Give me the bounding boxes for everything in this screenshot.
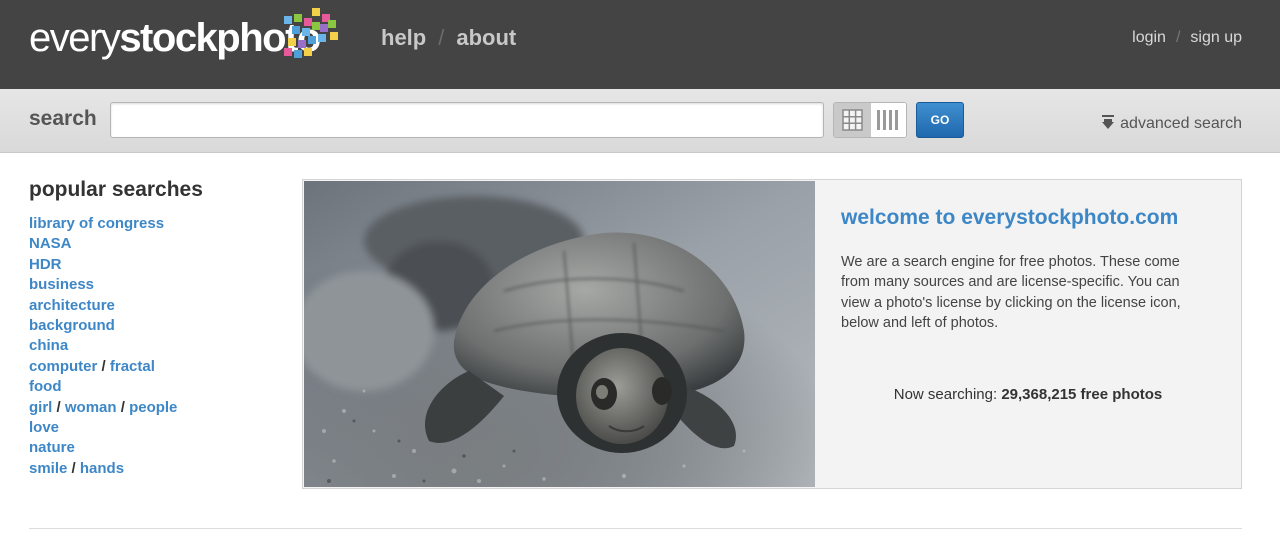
go-button[interactable]: GO <box>916 102 964 138</box>
user-nav-separator: / <box>1175 29 1181 46</box>
popular-search-row: food <box>29 377 279 397</box>
welcome-panel: welcome to everystockphoto.com We are a … <box>302 179 1242 489</box>
popular-search-link[interactable]: china <box>29 337 68 354</box>
popular-search-link[interactable]: NASA <box>29 235 72 252</box>
nav-about-link[interactable]: about <box>456 25 516 50</box>
search-input[interactable] <box>110 102 824 138</box>
popular-search-link[interactable]: hands <box>80 460 124 477</box>
popular-search-link[interactable]: HDR <box>29 256 62 273</box>
popular-search-row: HDR <box>29 255 279 275</box>
view-mode-toggle <box>833 102 907 138</box>
sign-up-link[interactable]: sign up <box>1190 29 1242 46</box>
logo-square <box>294 50 302 58</box>
popular-search-link[interactable]: girl <box>29 399 52 416</box>
logo-square <box>302 28 310 36</box>
popular-search-row: smile / hands <box>29 459 279 479</box>
popular-searches: popular searches library of congress NASA… <box>29 178 279 479</box>
popular-search-link[interactable]: business <box>29 276 94 293</box>
nav-separator: / <box>438 25 445 50</box>
popular-search-row: love <box>29 418 279 438</box>
popular-search-row: computer / fractal <box>29 357 279 377</box>
logo-square <box>292 26 300 34</box>
logo-square <box>288 38 296 46</box>
popular-search-row: background <box>29 316 279 336</box>
popular-search-link[interactable]: architecture <box>29 297 115 314</box>
welcome-description: We are a search engine for free photos. … <box>841 254 1181 332</box>
popular-search-separator: / <box>71 459 76 477</box>
turtle-photo-image <box>304 181 815 487</box>
logo-square <box>294 14 302 22</box>
popular-search-link[interactable]: woman <box>65 399 117 416</box>
popular-search-row: china <box>29 336 279 356</box>
logo-square <box>312 8 320 16</box>
photo-count-value: 29,368,215 free photos <box>1001 386 1163 403</box>
columns-icon <box>877 110 898 130</box>
grid-icon <box>842 109 863 131</box>
search-bar: search GO advanced search <box>0 89 1280 153</box>
logo-square <box>328 20 336 28</box>
user-nav: login / sign up <box>1132 29 1242 47</box>
logo-square <box>320 24 328 32</box>
nav-help-link[interactable]: help <box>381 25 426 50</box>
download-arrow-icon <box>1102 115 1115 134</box>
login-link[interactable]: login <box>1132 29 1166 46</box>
columns-view-button[interactable] <box>871 103 906 137</box>
popular-search-link[interactable]: background <box>29 317 115 334</box>
popular-searches-list: library of congress NASA HDR business archit… <box>29 214 279 479</box>
logo-square <box>304 18 312 26</box>
popular-search-row: business <box>29 275 279 295</box>
popular-search-link[interactable]: library of congress <box>29 215 164 232</box>
grid-view-button[interactable] <box>834 103 871 137</box>
popular-search-separator: / <box>120 398 125 416</box>
search-label: search <box>29 107 97 130</box>
logo-wordmark: everystockphoto <box>29 16 321 60</box>
popular-search-link[interactable]: food <box>29 378 61 395</box>
top-header: everystockphoto help / about login / sign up <box>0 0 1280 89</box>
popular-search-separator: / <box>56 398 61 416</box>
logo-square <box>284 48 292 56</box>
now-searching-label: Now searching: <box>893 386 998 403</box>
popular-search-row: girl / woman / people <box>29 398 279 418</box>
photo-count-status: Now searching: 29,368,215 free photos <box>815 386 1241 403</box>
featured-photo-turtle[interactable] <box>304 181 815 487</box>
popular-search-link[interactable]: love <box>29 419 59 436</box>
footer-divider <box>29 528 1242 529</box>
popular-search-row: NASA <box>29 234 279 254</box>
main-nav: help / about <box>381 25 516 51</box>
logo-text-light: every <box>29 16 121 60</box>
popular-search-row: architecture <box>29 296 279 316</box>
advanced-search-link[interactable]: advanced search <box>1102 115 1242 134</box>
logo-square <box>312 22 320 30</box>
popular-search-link[interactable]: people <box>129 399 177 416</box>
popular-searches-title: popular searches <box>29 178 203 201</box>
popular-search-row: library of congress <box>29 214 279 234</box>
logo-square <box>318 34 326 42</box>
logo-mosaic-icon <box>280 6 344 58</box>
logo-square <box>298 40 306 48</box>
advanced-search-label: advanced search <box>1120 115 1242 132</box>
logo-square <box>330 32 338 40</box>
popular-search-separator: / <box>101 357 106 375</box>
logo-square <box>304 48 312 56</box>
popular-search-link[interactable]: computer <box>29 358 97 375</box>
popular-search-link[interactable]: smile <box>29 460 67 477</box>
welcome-title: welcome to everystockphoto.com <box>841 206 1179 229</box>
popular-search-link[interactable]: nature <box>29 439 75 456</box>
popular-search-link[interactable]: fractal <box>110 358 155 375</box>
popular-search-row: nature <box>29 438 279 458</box>
logo-square <box>284 16 292 24</box>
logo-square <box>308 36 316 44</box>
